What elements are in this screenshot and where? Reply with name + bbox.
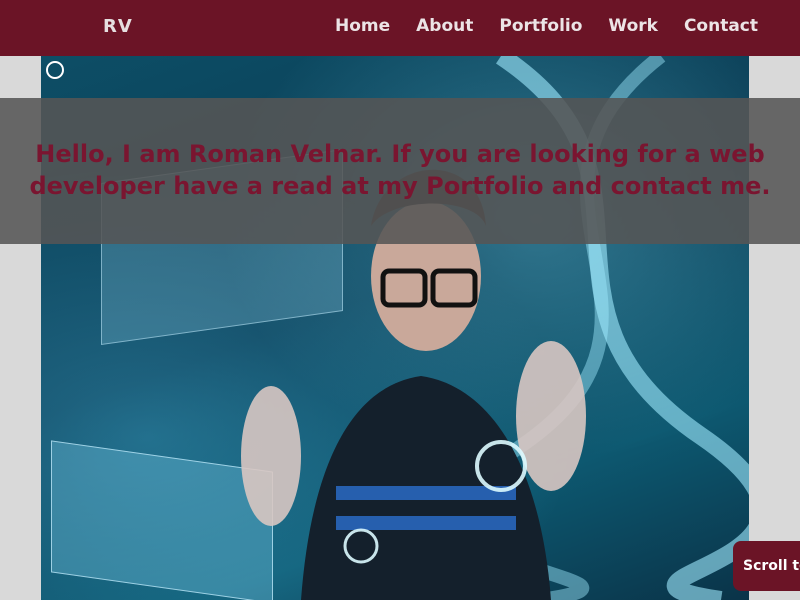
world-map-panel bbox=[51, 440, 273, 600]
nav-link-about[interactable]: About bbox=[416, 16, 473, 36]
nav-link-contact[interactable]: Contact bbox=[684, 16, 758, 36]
nav-link-work[interactable]: Work bbox=[608, 16, 658, 36]
nav-link-portfolio[interactable]: Portfolio bbox=[499, 16, 582, 36]
nav-link-home[interactable]: Home bbox=[335, 16, 390, 36]
headline-line-2: developer have a read at my Portfolio an… bbox=[29, 172, 771, 200]
main-nav: Home About Portfolio Work Contact bbox=[335, 16, 758, 36]
hero-logo-icon bbox=[46, 61, 64, 79]
brand-logo-link[interactable]: RV bbox=[103, 16, 133, 37]
navbar: RV Home About Portfolio Work Contact bbox=[0, 0, 800, 56]
headline-line-1: Hello, I am Roman Velnar. If you are loo… bbox=[35, 140, 765, 168]
scroll-button[interactable]: Scroll to the bbox=[733, 541, 800, 591]
hero-headline: Hello, I am Roman Velnar. If you are loo… bbox=[20, 138, 780, 202]
